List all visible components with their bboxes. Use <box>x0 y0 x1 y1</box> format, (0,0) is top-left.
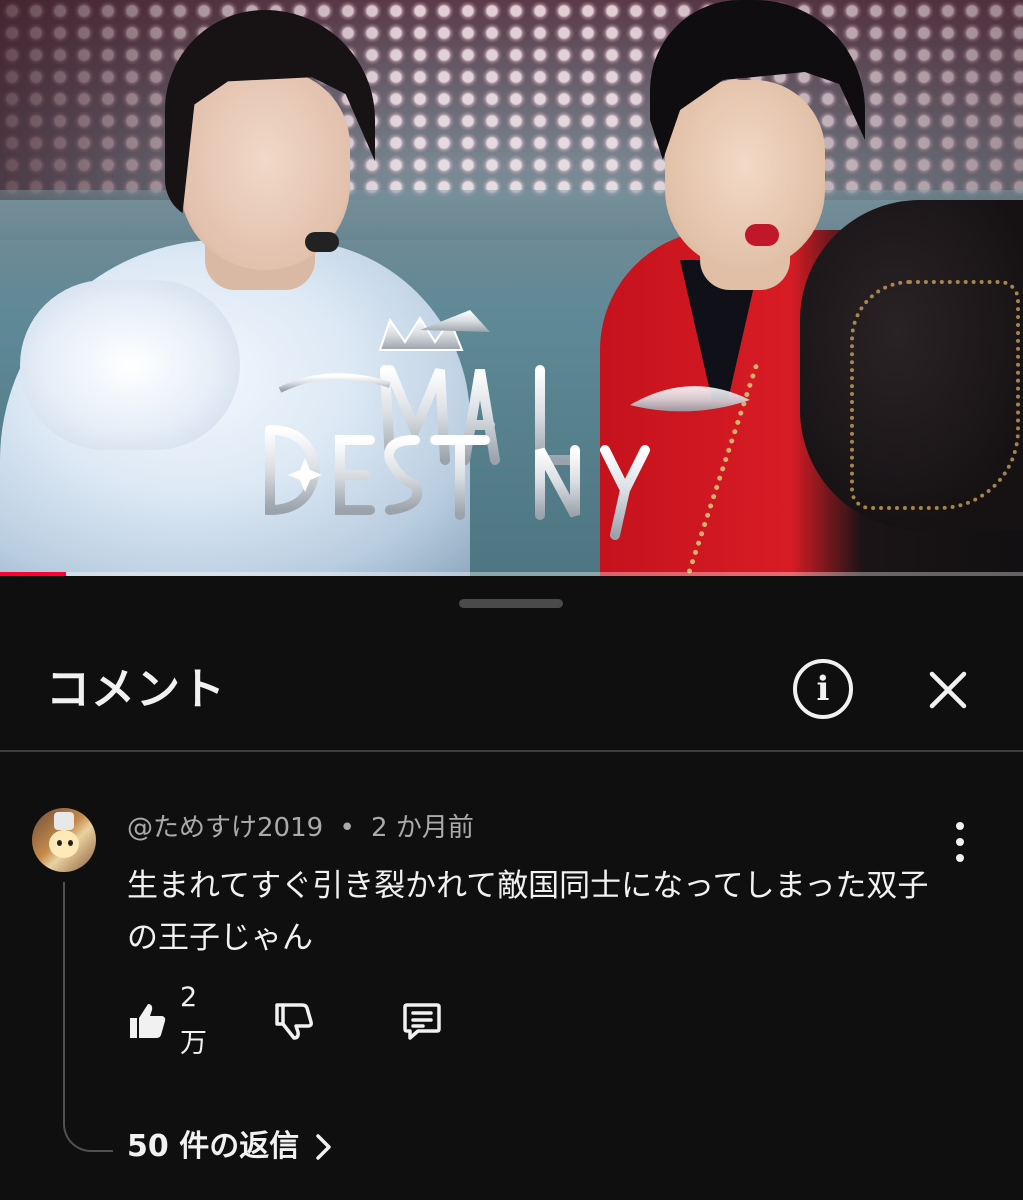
comment-time: 2 か月前 <box>371 813 474 843</box>
reply-thread-line <box>63 882 113 1152</box>
video-progress-bar[interactable] <box>0 572 1023 576</box>
thumbs-up-icon <box>130 1004 166 1038</box>
comment-meta: @ためすけ2019 • 2 か月前 <box>127 811 474 845</box>
comment-text: 生まれてすぐ引き裂かれて敵国同士になってしまった双子の王子じゃん <box>127 868 929 956</box>
page: コメント i @ためすけ2019 • 2 か月前 生まれてすぐ引き裂かれて敵国同… <box>0 0 1023 1200</box>
dislike-button[interactable] <box>272 998 314 1044</box>
like-button[interactable] <box>126 998 168 1044</box>
reply-button[interactable] <box>401 998 443 1044</box>
avatar[interactable] <box>32 808 96 872</box>
meta-separator: • <box>339 813 355 843</box>
comments-sheet: コメント i @ためすけ2019 • 2 か月前 生まれてすぐ引き裂かれて敵国同… <box>0 578 1023 1200</box>
close-icon[interactable] <box>920 662 976 718</box>
replies-label: 50 件の返信 <box>127 1129 300 1164</box>
view-replies-link[interactable]: 50 件の返信 <box>127 1127 335 1167</box>
comment-icon <box>403 1003 441 1040</box>
video-player[interactable] <box>0 0 1023 576</box>
comment-author[interactable]: @ためすけ2019 <box>127 813 323 843</box>
thumbs-down-icon <box>275 1003 313 1040</box>
comments-title: コメント <box>46 664 226 715</box>
info-icon[interactable]: i <box>793 659 853 719</box>
song-logo <box>240 310 760 570</box>
video-progress-fill <box>0 572 67 576</box>
drag-handle[interactable] <box>459 599 563 608</box>
chevron-right-icon <box>316 1134 331 1160</box>
header-divider <box>0 750 1023 752</box>
like-count: 2万 <box>180 982 207 1059</box>
more-vertical-icon[interactable] <box>948 822 972 862</box>
